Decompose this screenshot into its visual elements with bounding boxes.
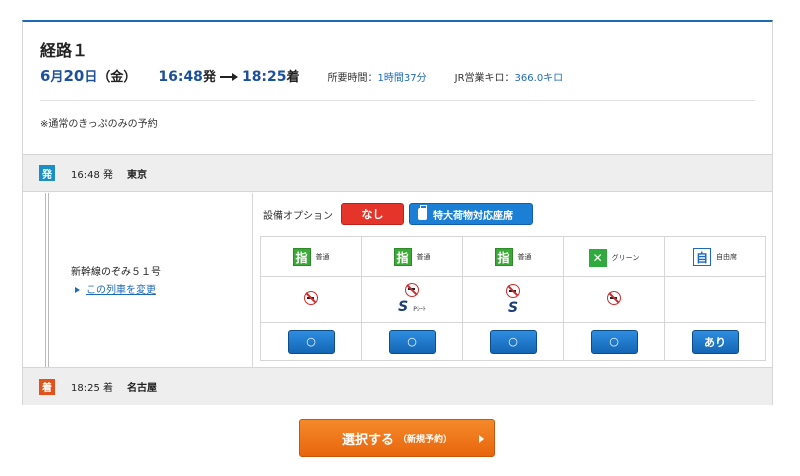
seat-type-cell: 指普通	[260, 236, 362, 277]
seat-type-label: 普通	[517, 253, 532, 262]
availability-button[interactable]: あり	[691, 329, 739, 354]
no-smoking-icon	[506, 284, 520, 298]
column-divider	[252, 193, 253, 367]
select-button-label: 選択する	[341, 432, 394, 448]
green-car-icon: ✕	[588, 248, 607, 267]
availability-button[interactable]: ○	[590, 329, 638, 354]
seat-type: 指普通	[292, 248, 330, 267]
reserved-seat-icon: 指	[494, 248, 513, 267]
option-none-button[interactable]: なし	[341, 203, 404, 225]
s-work-logo: S	[398, 298, 409, 315]
seat-type-cell: 指普通	[361, 236, 463, 277]
seat-type: 自自由席	[693, 248, 737, 267]
travel-date: 6月20日（金）	[40, 66, 136, 85]
ticket-note: ※通常のきっぷのみの予約	[40, 119, 158, 130]
distance-label: JR営業キロ：	[454, 73, 515, 84]
divider	[40, 100, 755, 101]
s-work-icon: S Pｼｰﾄ	[398, 300, 426, 317]
duration-label: 所要時間：	[327, 73, 378, 84]
seat-feature-row: S Pｼｰﾄ S	[260, 276, 766, 323]
non-reserved-seat-icon: 自	[693, 248, 711, 267]
reserved-seat-icon: 指	[292, 248, 311, 267]
arrive-badge: 着	[39, 378, 55, 395]
availability-button[interactable]: ○	[388, 329, 436, 354]
change-train-link[interactable]: この列車を変更	[75, 281, 156, 296]
seat-type-cell: 指普通	[462, 236, 564, 277]
seat-feature-cell	[563, 276, 665, 323]
seat-type-row: 指普通 指普通 指普通 ✕ グリーン 自自由席	[260, 236, 766, 277]
arrive-suffix: 着	[286, 70, 300, 85]
duration-value: 1時間37分	[377, 73, 427, 84]
date-month: 6	[40, 67, 51, 85]
s-work-icon: S	[507, 300, 519, 316]
arrive-station-time: 18:25 着	[71, 383, 113, 394]
rail-line	[45, 193, 49, 367]
reserved-seat-icon: 指	[393, 248, 412, 267]
availability-cell: ○	[361, 322, 463, 361]
no-smoking-icon	[405, 282, 419, 297]
depart-time: 16:48	[158, 69, 203, 85]
feature-stack: S Pｼｰﾄ	[362, 282, 462, 317]
feature-stack: S	[463, 284, 563, 315]
arrive-station-name: 名古屋	[127, 383, 157, 394]
route-title: 経路１	[40, 41, 89, 60]
duration: 所要時間：1時間37分	[328, 69, 427, 84]
seat-type-label: 普通	[416, 253, 431, 262]
depart-badge: 発	[39, 165, 55, 181]
availability-cell: あり	[664, 322, 766, 361]
no-smoking-icon	[304, 291, 318, 305]
triangle-right-icon	[75, 287, 80, 293]
chevron-right-icon	[479, 435, 484, 443]
availability-button[interactable]: ○	[489, 329, 537, 354]
seat-type-label: グリーン	[611, 253, 640, 262]
train-name: 新幹線のぞみ５１号	[71, 267, 161, 278]
seat-feature-cell: S Pｼｰﾄ	[361, 276, 463, 323]
arrow-right-icon	[219, 72, 238, 82]
depart-suffix: 発	[202, 70, 216, 85]
weekday: （金）	[97, 70, 137, 85]
availability-cell: ○	[563, 322, 665, 361]
route-summary: 6月20日（金） 16:48発 18:25着 所要時間：1時間37分 JR営業キロ…	[40, 66, 563, 85]
route-card: 経路１ 6月20日（金） 16:48発 18:25着 所要時間：1時間37分 JR…	[22, 20, 773, 405]
select-button[interactable]: 選択する （新規予約）	[299, 419, 495, 457]
seat-feature-cell	[260, 276, 362, 323]
seat-feature-cell: S	[462, 276, 564, 323]
seat-type: 指普通	[494, 248, 532, 267]
options-label: 設備オプション	[263, 211, 333, 222]
availability-cell: ○	[260, 322, 362, 361]
availability-button[interactable]: ○	[287, 329, 335, 354]
departure-row: 発 16:48 発 東京	[23, 154, 772, 192]
distance-value: 366.0キロ	[514, 73, 564, 84]
arrive-time: 18:25	[241, 69, 287, 85]
seat-type-label: 普通	[315, 253, 330, 262]
seat-feature-cell	[664, 276, 766, 323]
month-suffix: 月	[50, 70, 64, 85]
seat-availability-row: ○ ○ ○ ○ あり	[260, 322, 766, 361]
seat-availability-table: 指普通 指普通 指普通 ✕ グリーン 自自由席 S Pｼｰﾄ S ○ ○ ○ ○ あ…	[260, 236, 766, 361]
depart-station-name: 東京	[127, 169, 147, 181]
day-suffix: 日	[84, 70, 98, 85]
arrival-row: 着 18:25 着 名古屋	[23, 367, 772, 405]
seat-type: ✕ グリーン	[588, 248, 640, 267]
seat-type: 指普通	[393, 248, 431, 267]
seat-type-label: 自由席	[716, 253, 737, 262]
distance: JR営業キロ：366.0キロ	[455, 69, 564, 84]
select-button-sublabel: （新規予約）	[398, 434, 453, 445]
seat-type-cell: ✕ グリーン	[563, 236, 665, 277]
no-smoking-icon	[607, 291, 621, 305]
date-day: 20	[63, 67, 85, 85]
luggage-icon	[418, 205, 427, 220]
time-range: 16:48発 18:25着	[158, 66, 299, 85]
seat-type-cell: 自自由席	[664, 236, 766, 277]
luggage-button-label: 特大荷物対応座席	[433, 210, 513, 222]
s-work-p-seat-label: Pｼｰﾄ	[413, 305, 426, 313]
oversized-luggage-seat-button[interactable]: 特大荷物対応座席	[409, 203, 533, 225]
depart-station-time: 16:48 発	[71, 169, 113, 181]
availability-cell: ○	[462, 322, 564, 361]
change-train-label: この列車を変更	[86, 285, 156, 296]
